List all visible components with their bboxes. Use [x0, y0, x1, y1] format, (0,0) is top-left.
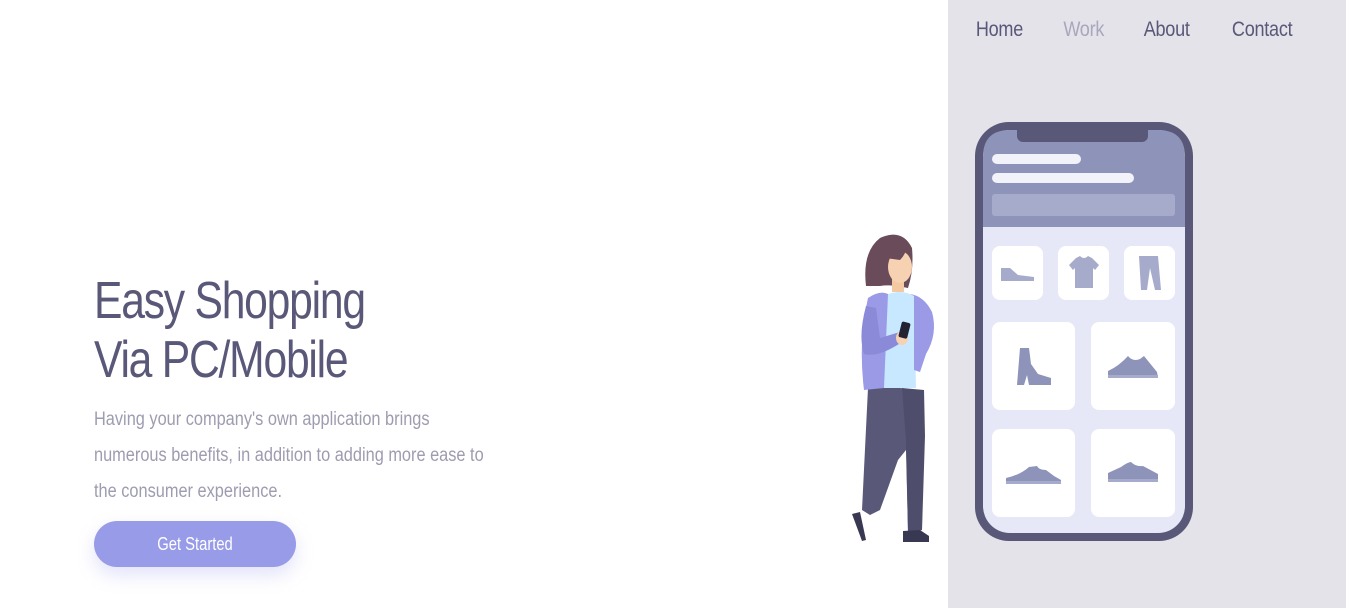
- get-started-label: Get Started: [157, 533, 233, 554]
- hero-description: Having your company's own application br…: [94, 409, 484, 502]
- woman-figure-icon: [852, 234, 934, 542]
- nav-contact[interactable]: Contact: [1232, 18, 1293, 42]
- nav-about[interactable]: About: [1144, 18, 1190, 42]
- hero-title-line-1: Easy Shopping: [94, 272, 366, 330]
- hero-title: Easy Shopping Via PC/Mobile: [94, 272, 438, 390]
- nav-work[interactable]: Work: [1063, 18, 1104, 42]
- nav-home[interactable]: Home: [976, 18, 1023, 42]
- get-started-button[interactable]: Get Started: [94, 521, 296, 567]
- shopping-illustration: [852, 122, 1193, 542]
- hero-section: Easy Shopping Via PC/Mobile Having your …: [94, 272, 514, 510]
- hero-title-line-2: Via PC/Mobile: [94, 331, 349, 389]
- main-nav: Home Work About Contact: [972, 18, 1297, 42]
- smartphone-icon: [975, 122, 1193, 541]
